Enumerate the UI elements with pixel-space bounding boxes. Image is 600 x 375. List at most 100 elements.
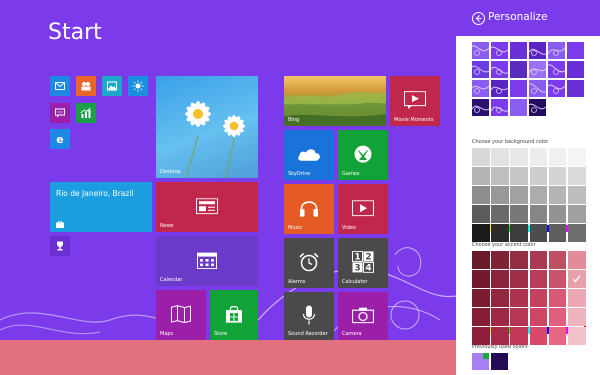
mail-tile[interactable]: [50, 76, 70, 96]
background-pattern-option[interactable]: [548, 80, 565, 97]
weather-tile[interactable]: Rio de Janeiro, Brazil: [50, 182, 152, 232]
accent-color-swatch[interactable]: [491, 327, 509, 345]
background-color-swatch[interactable]: [491, 148, 509, 166]
background-color-swatch[interactable]: [491, 167, 509, 185]
background-pattern-option[interactable]: [510, 42, 527, 59]
accent-color-swatch[interactable]: [491, 251, 509, 269]
maps-tile[interactable]: Maps: [156, 290, 206, 340]
camera-tile[interactable]: Camera: [338, 292, 388, 340]
background-pattern-option[interactable]: [548, 42, 565, 59]
accent-color-swatch[interactable]: [491, 289, 509, 307]
accent-color-swatch[interactable]: [548, 327, 567, 345]
accent-color-swatch[interactable]: [568, 270, 586, 288]
background-pattern-option[interactable]: [491, 61, 508, 78]
desktop-tile[interactable]: Desktop: [156, 76, 258, 178]
background-pattern-option[interactable]: [529, 61, 546, 78]
accent-color-swatch[interactable]: [529, 327, 548, 345]
accent-color-swatch[interactable]: [472, 251, 490, 269]
background-color-swatch[interactable]: [472, 148, 490, 166]
background-pattern-option[interactable]: [472, 61, 489, 78]
accent-color-swatch[interactable]: [548, 289, 567, 307]
background-color-swatch[interactable]: [472, 205, 490, 223]
background-pattern-option[interactable]: [472, 99, 489, 116]
background-color-swatch[interactable]: [568, 205, 586, 223]
alarms-tile[interactable]: Alarms: [284, 238, 334, 288]
background-color-swatch[interactable]: [510, 186, 529, 204]
accent-color-swatch[interactable]: [529, 251, 548, 269]
people-tile[interactable]: [76, 76, 96, 96]
background-color-swatch[interactable]: [472, 224, 490, 242]
background-pattern-option[interactable]: [548, 61, 565, 78]
background-color-swatch[interactable]: [548, 167, 567, 185]
previous-color-swatch[interactable]: [491, 353, 508, 370]
background-pattern-option[interactable]: [529, 80, 546, 97]
background-color-swatch[interactable]: [529, 205, 548, 223]
background-pattern-option[interactable]: [567, 42, 584, 59]
background-color-swatch[interactable]: [472, 167, 490, 185]
accent-color-swatch[interactable]: [510, 308, 529, 326]
background-color-swatch[interactable]: [510, 167, 529, 185]
background-color-swatch[interactable]: [491, 205, 509, 223]
accent-color-swatch[interactable]: [548, 270, 567, 288]
sound-recorder-tile[interactable]: Sound Recorder: [284, 292, 334, 340]
accent-color-swatch[interactable]: [568, 308, 586, 326]
accent-color-swatch[interactable]: [529, 270, 548, 288]
games-tile[interactable]: Games: [338, 130, 388, 180]
accent-color-swatch[interactable]: [568, 327, 586, 345]
background-color-swatch[interactable]: [529, 224, 548, 242]
background-pattern-option[interactable]: [491, 42, 508, 59]
background-pattern-option[interactable]: [472, 80, 489, 97]
accent-color-swatch[interactable]: [510, 270, 529, 288]
calculator-tile[interactable]: 1234 Calculator: [338, 238, 388, 288]
accent-color-swatch[interactable]: [472, 327, 490, 345]
background-color-swatch[interactable]: [529, 167, 548, 185]
background-pattern-option[interactable]: [510, 99, 527, 116]
photos-tile[interactable]: [102, 76, 122, 96]
accent-color-swatch[interactable]: [548, 251, 567, 269]
background-color-swatch[interactable]: [568, 224, 586, 242]
news-tile[interactable]: News: [156, 182, 258, 232]
background-pattern-option[interactable]: [567, 61, 584, 78]
accent-color-swatch[interactable]: [472, 289, 490, 307]
background-color-swatch[interactable]: [510, 205, 529, 223]
video-tile[interactable]: Video: [338, 184, 388, 234]
background-color-swatch[interactable]: [568, 148, 586, 166]
messaging-tile[interactable]: [50, 103, 70, 123]
background-pattern-option[interactable]: [529, 99, 546, 116]
accent-color-swatch[interactable]: [491, 308, 509, 326]
background-pattern-option[interactable]: [510, 61, 527, 78]
accent-color-swatch[interactable]: [568, 289, 586, 307]
accent-color-swatch[interactable]: [568, 251, 586, 269]
weather-small-tile[interactable]: [128, 76, 148, 96]
store-tile[interactable]: Store: [210, 290, 258, 340]
accent-color-swatch[interactable]: [529, 308, 548, 326]
background-color-swatch[interactable]: [548, 148, 567, 166]
accent-color-swatch[interactable]: [510, 251, 529, 269]
background-color-swatch[interactable]: [529, 186, 548, 204]
accent-color-swatch[interactable]: [548, 308, 567, 326]
background-color-swatch[interactable]: [491, 186, 509, 204]
background-pattern-option[interactable]: [491, 80, 508, 97]
skydrive-tile[interactable]: SkyDrive: [284, 130, 334, 180]
accent-color-swatch[interactable]: [510, 327, 529, 345]
background-color-swatch[interactable]: [491, 224, 509, 242]
previous-color-swatch[interactable]: [472, 353, 489, 370]
background-color-swatch[interactable]: [510, 224, 529, 242]
accent-color-swatch[interactable]: [491, 270, 509, 288]
background-pattern-option[interactable]: [529, 42, 546, 59]
bing-tile[interactable]: Bing: [284, 76, 386, 126]
music-tile[interactable]: Music: [284, 184, 334, 234]
accent-color-swatch[interactable]: [510, 289, 529, 307]
background-color-swatch[interactable]: [510, 148, 529, 166]
background-color-swatch[interactable]: [548, 186, 567, 204]
accent-color-swatch[interactable]: [472, 270, 490, 288]
back-button[interactable]: [472, 12, 485, 25]
background-pattern-option[interactable]: [567, 80, 584, 97]
background-color-swatch[interactable]: [472, 186, 490, 204]
background-color-swatch[interactable]: [529, 148, 548, 166]
background-color-swatch[interactable]: [548, 205, 567, 223]
background-color-swatch[interactable]: [548, 224, 567, 242]
calendar-tile[interactable]: Calendar: [156, 236, 258, 286]
internet-explorer-tile[interactable]: e: [50, 129, 70, 149]
background-pattern-option[interactable]: [491, 99, 508, 116]
